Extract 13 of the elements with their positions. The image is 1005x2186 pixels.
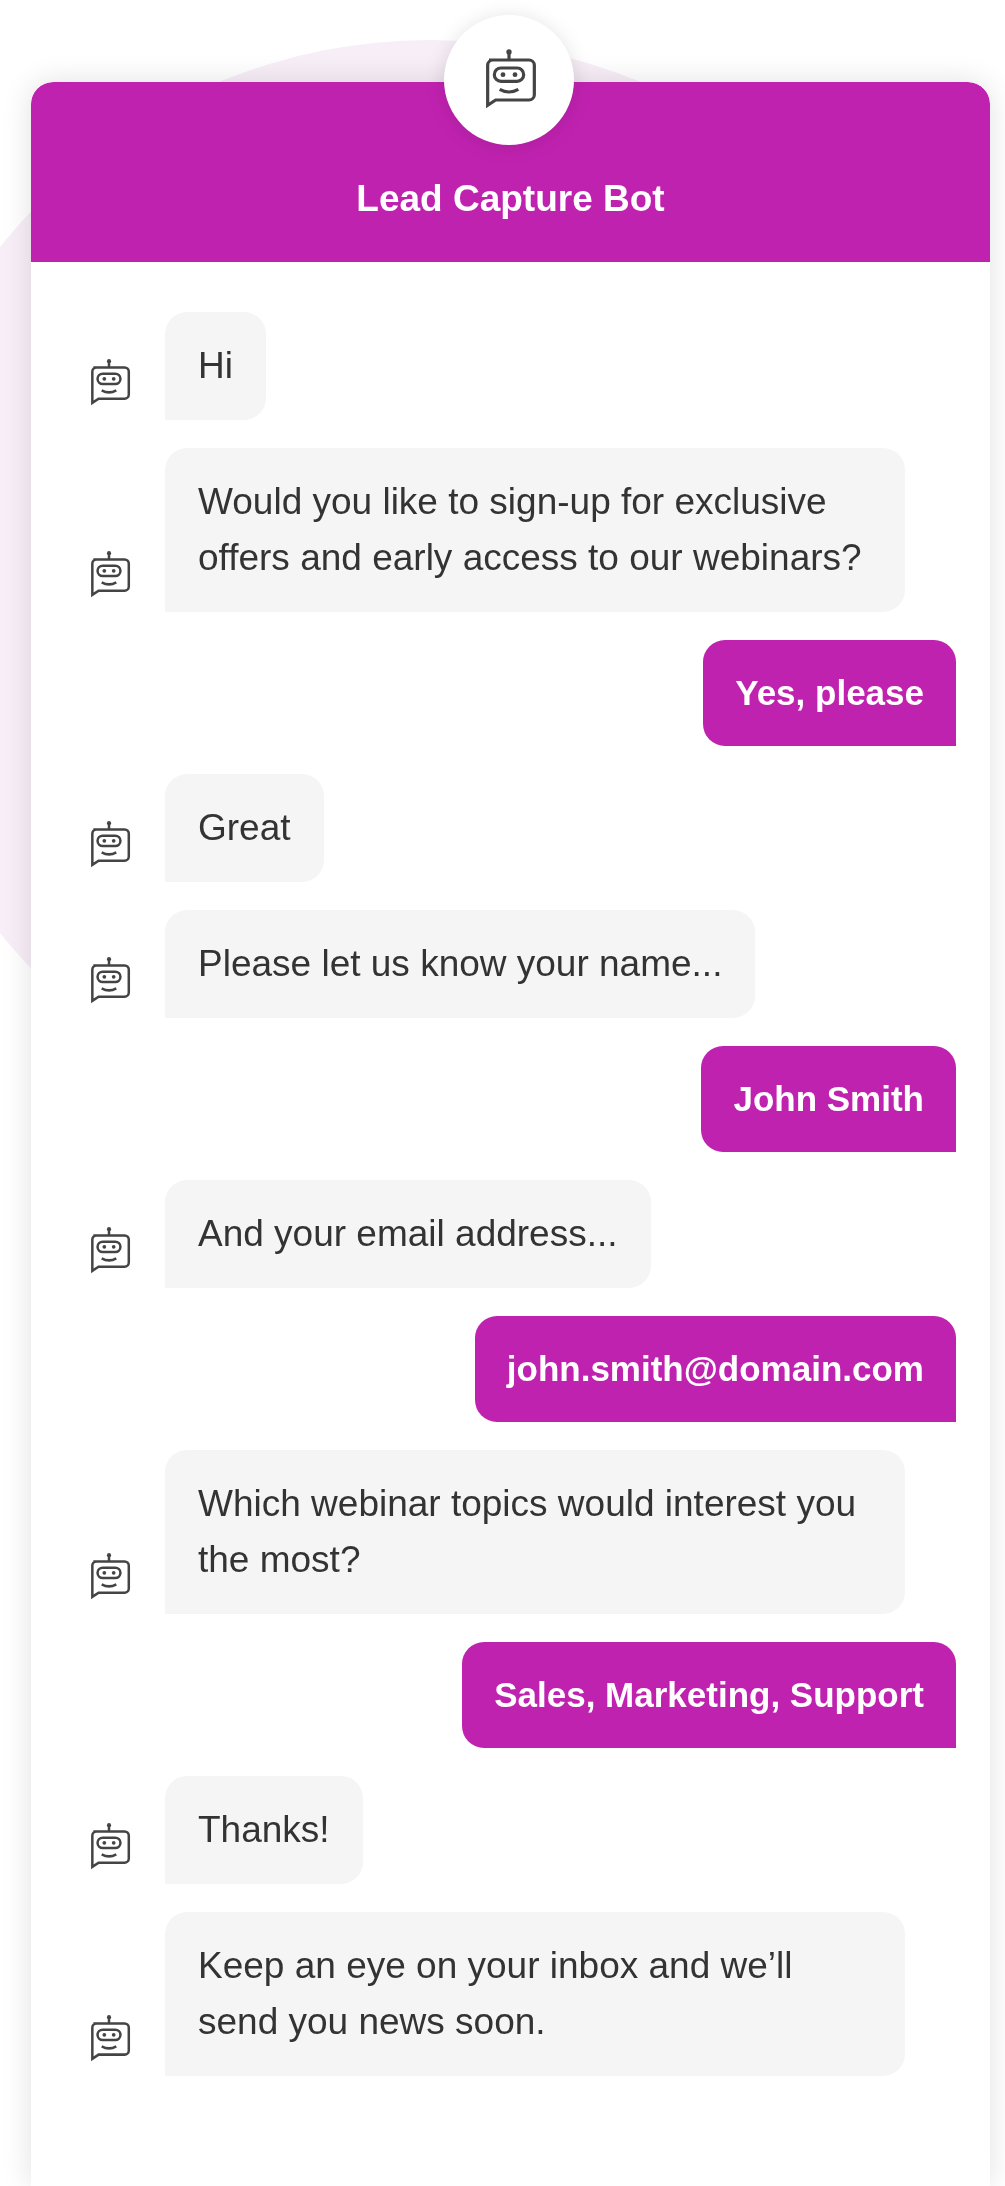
bot-message: Hi: [165, 312, 266, 420]
user-message: John Smith: [701, 1046, 956, 1152]
user-message: Yes, please: [703, 640, 956, 746]
bot-message: Which webinar topics would interest you the most?: [165, 1450, 905, 1614]
bot-message: Keep an eye on your inbox and we’ll send you news soon.: [165, 1912, 905, 2076]
bot-message: Please let us know your name...: [165, 910, 756, 1018]
user-message: john.smith@domain.com: [474, 1316, 956, 1422]
chat-title: Lead Capture Bot: [356, 176, 665, 221]
bot-message: And your email address...: [165, 1180, 651, 1288]
user-message: Sales, Marketing, Support: [462, 1642, 956, 1748]
bot-message: Great: [165, 774, 324, 882]
bot-message: Would you like to sign-up for exclusive offers and early access to our webinars?: [165, 448, 905, 612]
bot-message: Thanks!: [165, 1776, 363, 1884]
